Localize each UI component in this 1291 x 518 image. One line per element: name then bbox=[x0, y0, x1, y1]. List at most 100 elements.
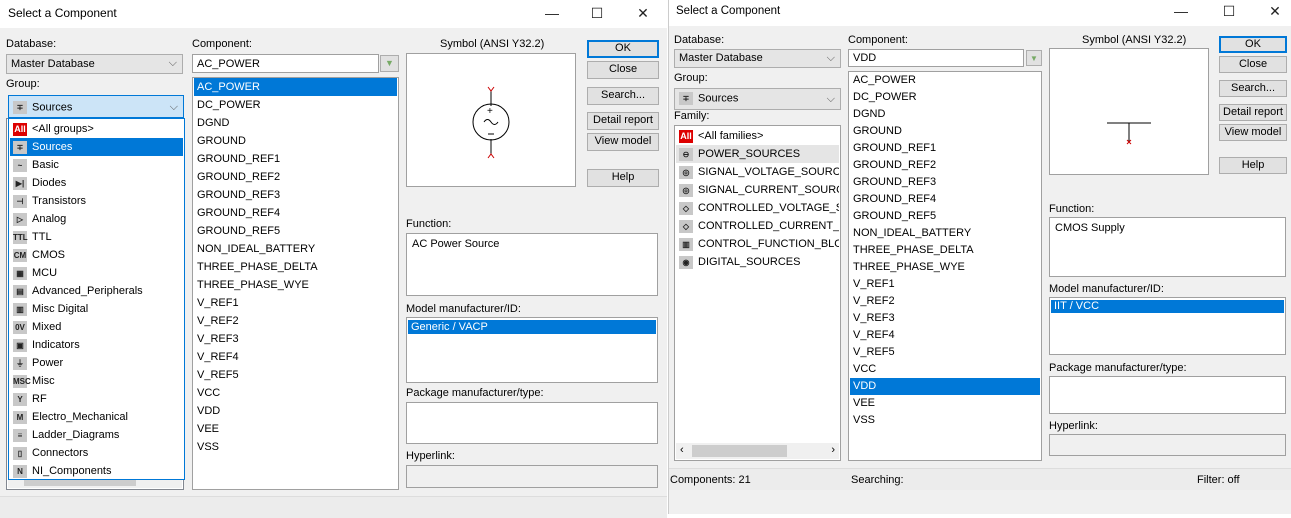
list-item[interactable]: ~ Basic bbox=[10, 156, 183, 174]
component-row[interactable]: GROUND_REF1 bbox=[850, 140, 1040, 157]
list-item[interactable]: ▣ Indicators bbox=[10, 336, 183, 354]
component-row[interactable]: V_REF3 bbox=[194, 330, 397, 348]
minimize-button[interactable]: — bbox=[1171, 2, 1191, 20]
function-field[interactable]: CMOS Supply bbox=[1049, 217, 1286, 277]
list-item[interactable]: ⊖ POWER_SOURCES bbox=[676, 145, 839, 163]
package-list[interactable] bbox=[406, 402, 658, 444]
hyperlink-field[interactable] bbox=[1049, 434, 1286, 456]
component-row[interactable]: V_REF5 bbox=[194, 366, 397, 384]
hyperlink-field[interactable] bbox=[406, 465, 658, 488]
maximize-button[interactable]: ☐ bbox=[587, 4, 607, 22]
search-button[interactable]: Search... bbox=[1219, 80, 1287, 97]
component-row[interactable]: V_REF2 bbox=[850, 293, 1040, 310]
component-row[interactable]: V_REF5 bbox=[850, 344, 1040, 361]
component-row[interactable]: VDD bbox=[194, 402, 397, 420]
list-item[interactable]: CM CMOS bbox=[10, 246, 183, 264]
component-row[interactable]: V_REF4 bbox=[194, 348, 397, 366]
filter-button[interactable]: ▼ bbox=[1026, 50, 1042, 66]
list-item[interactable]: All <All families> bbox=[676, 127, 839, 145]
package-list[interactable] bbox=[1049, 376, 1286, 414]
component-row[interactable]: THREE_PHASE_WYE bbox=[850, 259, 1040, 276]
list-item[interactable]: ▦ MCU bbox=[10, 264, 183, 282]
component-row[interactable]: GROUND_REF4 bbox=[194, 204, 397, 222]
list-item[interactable]: 0V Mixed bbox=[10, 318, 183, 336]
list-item[interactable]: Y RF bbox=[10, 390, 183, 408]
component-row[interactable]: VEE bbox=[194, 420, 397, 438]
list-item[interactable]: ⊣ Transistors bbox=[10, 192, 183, 210]
view-model-button[interactable]: View model bbox=[1219, 124, 1287, 141]
component-row[interactable]: V_REF4 bbox=[850, 327, 1040, 344]
search-button[interactable]: Search... bbox=[587, 87, 659, 105]
component-row[interactable]: AC_POWER bbox=[194, 78, 397, 96]
help-button[interactable]: Help bbox=[587, 169, 659, 187]
list-item[interactable]: ▤ Advanced_Peripherals bbox=[10, 282, 183, 300]
group-select[interactable]: ∓ Sources ⌵ bbox=[674, 88, 841, 110]
view-model-button[interactable]: View model bbox=[587, 133, 659, 151]
ok-button[interactable]: OK bbox=[1219, 36, 1287, 53]
component-row[interactable]: NON_IDEAL_BATTERY bbox=[194, 240, 397, 258]
component-row[interactable]: V_REF2 bbox=[194, 312, 397, 330]
list-item[interactable]: ▷ Analog bbox=[10, 210, 183, 228]
group-select[interactable]: ∓ Sources ⌵ bbox=[8, 95, 184, 118]
component-row[interactable]: THREE_PHASE_DELTA bbox=[194, 258, 397, 276]
close-window-button[interactable]: ✕ bbox=[633, 4, 653, 22]
horizontal-scrollbar[interactable]: ‹ › bbox=[676, 443, 839, 459]
filter-button[interactable]: ▼ bbox=[380, 55, 399, 72]
component-row[interactable]: GROUND_REF2 bbox=[850, 157, 1040, 174]
help-button[interactable]: Help bbox=[1219, 157, 1287, 174]
close-button[interactable]: Close bbox=[1219, 56, 1287, 73]
component-row[interactable]: V_REF1 bbox=[850, 276, 1040, 293]
component-row[interactable]: THREE_PHASE_DELTA bbox=[850, 242, 1040, 259]
component-row[interactable]: V_REF3 bbox=[850, 310, 1040, 327]
component-row[interactable]: VCC bbox=[850, 361, 1040, 378]
component-row[interactable]: GROUND bbox=[850, 123, 1040, 140]
list-item[interactable]: ◇ CONTROLLED_CURRENT_SOURCES bbox=[676, 217, 839, 235]
model-row[interactable]: Generic / VACP bbox=[408, 320, 656, 334]
component-row[interactable]: GROUND bbox=[194, 132, 397, 150]
component-row[interactable]: DC_POWER bbox=[194, 96, 397, 114]
database-select[interactable]: Master Database ⌵ bbox=[674, 49, 841, 68]
list-item[interactable]: ◉ DIGITAL_SOURCES bbox=[676, 253, 839, 271]
component-row[interactable]: NON_IDEAL_BATTERY bbox=[850, 225, 1040, 242]
list-item[interactable]: ∓ Sources bbox=[10, 138, 183, 156]
list-item[interactable]: ⏚ Power bbox=[10, 354, 183, 372]
component-row[interactable]: GROUND_REF1 bbox=[194, 150, 397, 168]
detail-report-button[interactable]: Detail report bbox=[1219, 104, 1287, 121]
component-row[interactable]: GROUND_REF2 bbox=[194, 168, 397, 186]
component-row[interactable]: THREE_PHASE_WYE bbox=[194, 276, 397, 294]
ok-button[interactable]: OK bbox=[587, 40, 659, 58]
close-button[interactable]: Close bbox=[587, 61, 659, 79]
close-window-button[interactable]: ✕ bbox=[1265, 2, 1285, 20]
list-item[interactable]: ▶| Diodes bbox=[10, 174, 183, 192]
function-field[interactable]: AC Power Source bbox=[406, 233, 658, 296]
component-row[interactable]: AC_POWER bbox=[850, 72, 1040, 89]
list-item[interactable]: MSCMisc bbox=[10, 372, 183, 390]
component-row[interactable]: VSS bbox=[850, 412, 1040, 429]
component-row[interactable]: VDD bbox=[850, 378, 1040, 395]
list-item[interactable]: ▥ CONTROL_FUNCTION_BLOCKS bbox=[676, 235, 839, 253]
minimize-button[interactable]: — bbox=[542, 4, 562, 22]
list-item[interactable]: ▯ Connectors bbox=[10, 444, 183, 462]
component-row[interactable]: DGND bbox=[194, 114, 397, 132]
database-select[interactable]: Master Database ⌵ bbox=[6, 54, 183, 74]
component-input[interactable]: VDD bbox=[848, 49, 1024, 67]
list-item[interactable]: TTL TTL bbox=[10, 228, 183, 246]
list-item[interactable]: ◇ CONTROLLED_VOLTAGE_SOURCES bbox=[676, 199, 839, 217]
component-input[interactable]: AC_POWER bbox=[192, 54, 379, 73]
component-row[interactable]: GROUND_REF3 bbox=[194, 186, 397, 204]
component-row[interactable]: GROUND_REF5 bbox=[850, 208, 1040, 225]
model-row[interactable]: IIT / VCC bbox=[1051, 300, 1284, 313]
list-item[interactable]: M Electro_Mechanical bbox=[10, 408, 183, 426]
component-row[interactable]: VSS bbox=[194, 438, 397, 456]
list-item[interactable]: ◎ SIGNAL_VOLTAGE_SOURCES bbox=[676, 163, 839, 181]
list-item[interactable]: N NI_Components bbox=[10, 462, 183, 480]
component-row[interactable]: GROUND_REF5 bbox=[194, 222, 397, 240]
list-item[interactable]: ≡ Ladder_Diagrams bbox=[10, 426, 183, 444]
maximize-button[interactable]: ☐ bbox=[1219, 2, 1239, 20]
list-item[interactable]: ◎ SIGNAL_CURRENT_SOURCES bbox=[676, 181, 839, 199]
component-row[interactable]: GROUND_REF4 bbox=[850, 191, 1040, 208]
component-row[interactable]: GROUND_REF3 bbox=[850, 174, 1040, 191]
list-item[interactable]: All <All groups> bbox=[10, 120, 183, 138]
component-row[interactable]: V_REF1 bbox=[194, 294, 397, 312]
component-row[interactable]: VCC bbox=[194, 384, 397, 402]
